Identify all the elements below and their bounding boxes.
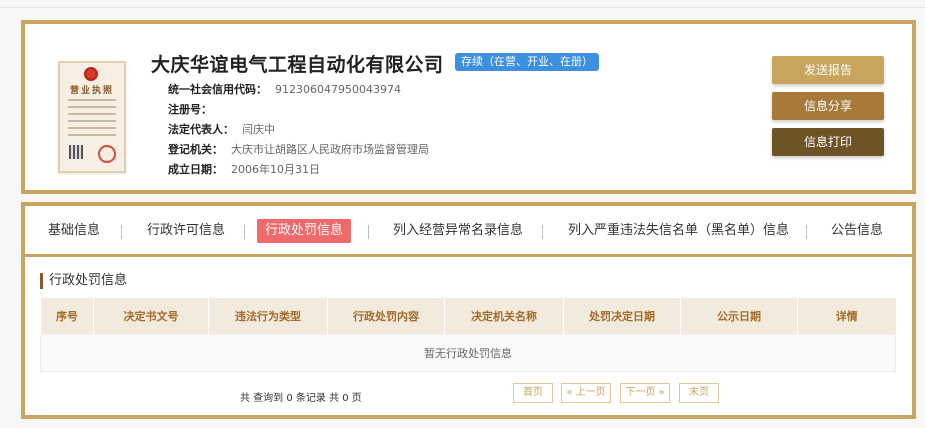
tab-separator xyxy=(368,225,369,239)
column-header: 详情 xyxy=(797,298,896,335)
tab-separator xyxy=(121,225,122,239)
tab-abnormal-list[interactable]: 列入经营异常名录信息 xyxy=(385,219,531,243)
tab-separator xyxy=(244,225,245,239)
license-title: 营业执照 xyxy=(69,86,114,96)
info-label: 统一社会信用代码： xyxy=(168,83,267,96)
info-panel: 基础信息 行政许可信息 行政处罚信息 列入经营异常名录信息 列入严重违法失信名单… xyxy=(21,202,916,419)
send-report-button[interactable]: 发送报告 xyxy=(772,56,884,84)
company-name: 大庆华谊电气工程自动化有限公司 xyxy=(151,54,444,76)
tab-announcements[interactable]: 公告信息 xyxy=(823,219,891,243)
share-info-button[interactable]: 信息分享 xyxy=(772,92,884,120)
info-value: 912306047950043974 xyxy=(275,83,401,96)
license-text-lines xyxy=(68,99,116,141)
qr-code-icon xyxy=(69,145,83,159)
pager-prev-button[interactable]: « 上一页 xyxy=(561,383,611,403)
info-label: 注册号： xyxy=(168,103,212,116)
pager-last-button[interactable]: 末页 xyxy=(679,383,719,403)
section-title: 行政处罚信息 xyxy=(40,273,127,289)
tab-blacklist[interactable]: 列入严重违法失信名单（黑名单）信息 xyxy=(560,219,797,243)
info-value: 2006年10月31日 xyxy=(231,163,320,176)
penalty-table: 序号 决定书文号 违法行为类型 行政处罚内容 决定机关名称 处罚决定日期 公示日… xyxy=(40,298,896,372)
column-header: 行政处罚内容 xyxy=(327,298,445,335)
info-value: 大庆市让胡路区人民政府市场监督管理局 xyxy=(231,143,429,156)
info-row-authority: 登记机关： 大庆市让胡路区人民政府市场监督管理局 xyxy=(168,140,429,160)
column-header: 处罚决定日期 xyxy=(563,298,681,335)
info-label: 登记机关： xyxy=(168,143,223,156)
company-card: 营业执照 大庆华谊电气工程自动化有限公司 存续（在营、开业、在册） 统一社会信用… xyxy=(21,20,916,194)
column-header: 公示日期 xyxy=(680,298,798,335)
official-seal-icon xyxy=(98,145,116,163)
info-label: 法定代表人： xyxy=(168,123,234,136)
empty-message: 暂无行政处罚信息 xyxy=(40,334,896,372)
national-emblem-icon xyxy=(84,67,98,81)
status-badge: 存续（在营、开业、在册） xyxy=(455,53,599,71)
info-row-credit-code: 统一社会信用代码： 912306047950043974 xyxy=(168,80,429,100)
column-header: 序号 xyxy=(40,298,94,335)
info-row-founded: 成立日期： 2006年10月31日 xyxy=(168,160,429,180)
tab-basic-info[interactable]: 基础信息 xyxy=(40,219,108,243)
column-header: 决定机关名称 xyxy=(444,298,564,335)
pager-first-button[interactable]: 首页 xyxy=(513,383,553,403)
tab-separator xyxy=(806,225,807,239)
table-row: 暂无行政处罚信息 xyxy=(40,334,896,372)
tab-bar: 基础信息 行政许可信息 行政处罚信息 列入经营异常名录信息 列入严重违法失信名单… xyxy=(25,206,912,257)
tab-separator xyxy=(542,225,543,239)
top-divider xyxy=(0,7,925,8)
print-info-button[interactable]: 信息打印 xyxy=(772,128,884,156)
pager-summary: 共 查询到 0 条记录 共 0 页 xyxy=(240,393,362,404)
tab-admin-penalty[interactable]: 行政处罚信息 xyxy=(257,219,352,243)
info-value: 闫庆中 xyxy=(242,123,275,136)
info-row-reg-number: 注册号： xyxy=(168,100,429,120)
info-label: 成立日期： xyxy=(168,163,223,176)
tab-admin-license[interactable]: 行政许可信息 xyxy=(139,219,233,243)
column-header: 违法行为类型 xyxy=(208,298,328,335)
info-row-legal-rep: 法定代表人： 闫庆中 xyxy=(168,120,429,140)
pager-next-button[interactable]: 下一页 » xyxy=(620,383,670,403)
column-header: 决定书文号 xyxy=(93,298,209,335)
company-info: 统一社会信用代码： 912306047950043974 注册号： 法定代表人： 闫… xyxy=(168,80,429,180)
business-license-image[interactable]: 营业执照 xyxy=(58,61,126,173)
